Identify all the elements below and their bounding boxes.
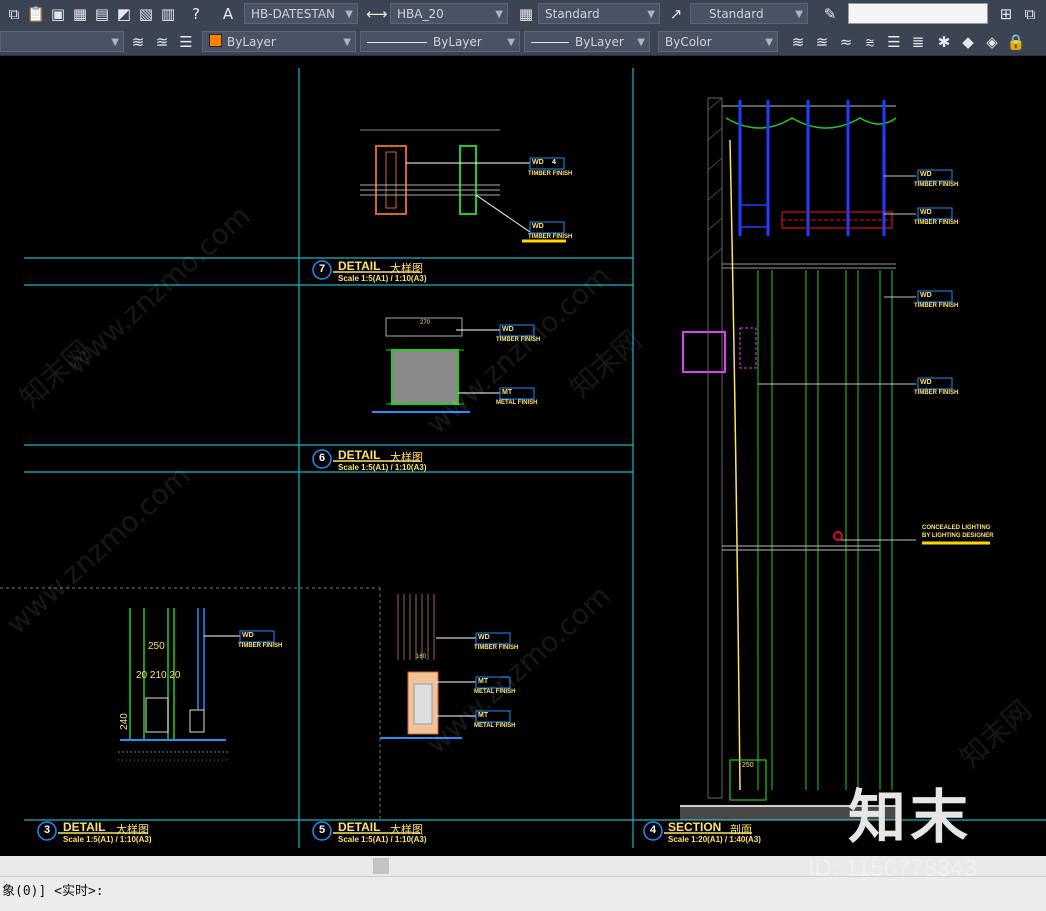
layer-tool-icon[interactable]: ≈ <box>836 32 856 52</box>
layer-tool-icon[interactable]: ⩬ <box>860 32 880 52</box>
help-icon[interactable]: ? <box>186 4 206 24</box>
detail-3-drawing <box>118 608 275 761</box>
chevron-down-icon: ▼ <box>637 37 645 48</box>
watermark-id: ID: 1156778343 <box>808 855 978 882</box>
block-icon[interactable]: ◩ <box>114 4 134 24</box>
color-select[interactable]: ByLayer ▼ <box>202 31 356 52</box>
plot-style-select[interactable]: ByColor ▼ <box>658 31 778 52</box>
layer-previous-icon[interactable]: ≋ <box>128 32 148 52</box>
layer-match-icon[interactable]: ≊ <box>152 32 172 52</box>
add-icon[interactable]: ⊞ <box>996 4 1016 24</box>
chevron-down-icon: ▼ <box>647 9 655 20</box>
chevron-down-icon: ▼ <box>765 37 773 48</box>
dimension-style-select[interactable]: HBA_20 ▼ <box>390 3 508 24</box>
layer-tool-icon[interactable]: ≋ <box>788 32 808 52</box>
table-style-select[interactable]: Standard ▼ <box>538 3 660 24</box>
lock-icon[interactable]: 🔒 <box>1006 32 1026 52</box>
layer-select[interactable]: ▼ <box>0 31 124 52</box>
layer-tool-icon[interactable]: ≣ <box>908 32 928 52</box>
chevron-down-icon: ▼ <box>795 9 803 20</box>
layer-tool-icon[interactable]: ✱ <box>934 32 954 52</box>
chevron-down-icon: ▼ <box>507 37 515 48</box>
cad-drawing <box>0 68 1046 848</box>
multileader-style-select[interactable]: Standard ▼ <box>690 3 808 24</box>
watermark-logo: 知末 <box>848 783 973 851</box>
text-style-icon[interactable]: A <box>218 4 238 24</box>
table-style-icon[interactable]: ▦ <box>516 4 536 24</box>
chevron-down-icon: ▼ <box>343 37 351 48</box>
drawing-canvas[interactable]: 7 DETAIL 大样图 Scale 1:5(A1) / 1:10(A3) 6 … <box>0 56 1046 856</box>
table-icon[interactable]: ▤ <box>92 4 112 24</box>
chevron-down-icon: ▼ <box>345 9 353 20</box>
calculator-icon[interactable]: ▥ <box>158 4 178 24</box>
chevron-down-icon: ▼ <box>495 9 503 20</box>
window-icon[interactable]: ⧉ <box>1020 4 1040 24</box>
paste-icon[interactable]: 📋 <box>26 4 46 24</box>
dimension-style-icon[interactable]: ⟷ <box>366 4 388 24</box>
color-swatch <box>209 34 222 47</box>
save-icon[interactable]: ▣ <box>48 4 68 24</box>
image-icon[interactable]: ▧ <box>136 4 156 24</box>
search-input[interactable] <box>848 3 988 24</box>
layer-tool-icon[interactable]: ◈ <box>982 32 1002 52</box>
layer-tool-icon[interactable]: ≊ <box>812 32 832 52</box>
properties-toolbar: ▼ ≋ ≊ ☰ ByLayer ▼ ByLayer ▼ ByLayer ▼ ByCol… <box>0 28 1046 56</box>
text-style-select[interactable]: HB-DATESTAN ▼ <box>244 3 358 24</box>
linetype-select[interactable]: ByLayer ▼ <box>360 31 520 52</box>
multileader-style-icon[interactable]: ↗ <box>666 4 686 24</box>
layer-tool-icon[interactable]: ◆ <box>958 32 978 52</box>
layer-tool-icon[interactable]: ☰ <box>884 32 904 52</box>
sheet-frame <box>24 68 1046 848</box>
chevron-down-icon: ▼ <box>111 37 119 48</box>
section-4-drawing <box>680 97 990 820</box>
layer-state-icon[interactable]: ☰ <box>176 32 196 52</box>
styles-toolbar: ⧉ 📋 ▣ ▦ ▤ ◩ ▧ ▥ ? A HB-DATESTAN ▼ ⟷ HBA_2… <box>0 0 1046 29</box>
grid-icon[interactable]: ▦ <box>70 4 90 24</box>
lineweight-select[interactable]: ByLayer ▼ <box>524 31 650 52</box>
edit-style-icon[interactable]: ✎ <box>820 4 840 24</box>
copy-icon[interactable]: ⧉ <box>4 4 24 24</box>
scroll-thumb[interactable] <box>373 858 389 874</box>
